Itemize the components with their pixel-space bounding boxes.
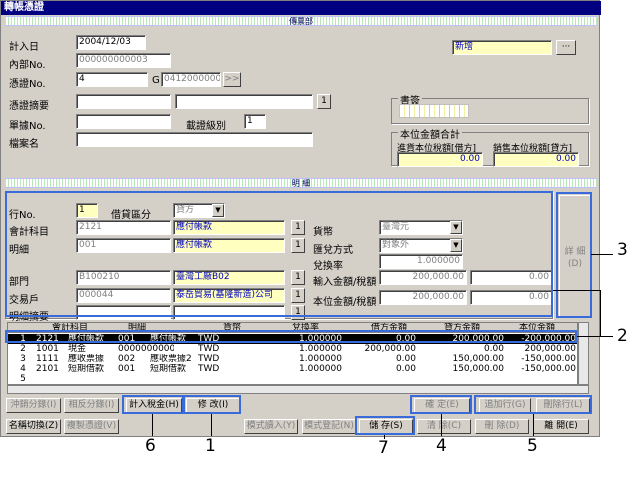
table-cell: 150,000.00 [452, 364, 504, 374]
close-button[interactable]: 離 開(E) [533, 419, 589, 434]
callout-1: 1 [205, 436, 216, 456]
table-vscrollbar[interactable] [578, 322, 589, 385]
table-cell: 現金 [68, 344, 87, 354]
callout-line-6 [152, 414, 153, 436]
summary-lookup-button[interactable]: 1 [317, 94, 331, 109]
table-cell: 1.000000 [299, 344, 342, 354]
table-cell [68, 374, 118, 384]
callout-line-3 [591, 254, 613, 255]
table-cell: 1.000000 [299, 354, 342, 364]
date-input[interactable]: 2004/12/03 [76, 35, 146, 50]
callout-line-2a [553, 290, 601, 291]
debit-total-value: 0.00 [397, 152, 483, 167]
remove-button[interactable]: 刪 除(D) [475, 419, 529, 434]
callout-line-2c [577, 336, 613, 337]
doc-level-input[interactable]: 1 [244, 114, 266, 129]
table-cell: 200,000.00 [524, 344, 576, 354]
slip-no-input[interactable] [76, 114, 171, 129]
slip-no-label: 單據No. [9, 121, 46, 132]
status-field: 新增 [452, 40, 552, 55]
table-cell [346, 374, 416, 384]
doc-level-label: 載證級別 [186, 121, 226, 132]
callout-4: 4 [436, 436, 447, 456]
next-voucher-button[interactable]: >> [223, 72, 241, 87]
table-cell: 200,000.00 [364, 344, 416, 354]
internal-no-label: 內部No. [9, 60, 46, 71]
voucher-no-input[interactable]: 4 [76, 72, 148, 87]
template-read-button[interactable]: 模式讀入(Y) [244, 419, 298, 434]
copy-voucher-button[interactable]: 複製憑證(V) [64, 419, 119, 434]
header-band: 傳票部 [5, 16, 597, 26]
voucher-g-label: G [152, 75, 160, 86]
file-name-label: 檔案名 [9, 139, 39, 150]
callout-line-1 [211, 414, 212, 436]
table-cell: 1001 [36, 344, 59, 354]
internal-no-input[interactable]: 000000000003 [76, 53, 171, 68]
file-name-input[interactable] [76, 132, 313, 147]
table-cell: 4 [20, 364, 26, 374]
callout-line-5 [533, 414, 534, 436]
table-cell: 1111 [36, 354, 59, 364]
highlight-tax-button [122, 395, 184, 414]
callout-2: 2 [617, 326, 628, 346]
table-row[interactable]: 21001現金000000000000TWD1.000000200,000.00… [8, 344, 577, 354]
callout-6: 6 [145, 436, 156, 456]
table-cell: -150,000.00 [521, 364, 576, 374]
seal-pattern [399, 104, 469, 118]
table-hscrollbar[interactable] [7, 385, 589, 394]
table-cell [418, 374, 504, 384]
summary-input-2[interactable] [175, 94, 313, 109]
summary-label: 憑證摘要 [9, 101, 49, 112]
status-more-button[interactable]: ··· [556, 40, 576, 55]
credit-total-value: 0.00 [493, 152, 579, 167]
callout-3: 3 [617, 240, 628, 260]
opposite-entry-button[interactable]: 相反分錄(I) [64, 398, 119, 413]
clear-button[interactable]: 清 除(C) [417, 419, 471, 434]
detail-band: 明 細 [5, 178, 597, 188]
callout-line-4 [441, 414, 442, 436]
table-row[interactable]: 5 [8, 374, 577, 384]
highlight-save-button [355, 416, 415, 435]
highlight-modify-button [183, 395, 241, 414]
callout-7: 7 [378, 438, 389, 458]
table-cell [254, 374, 342, 384]
local-total-title: 本位金額合計 [398, 126, 462, 141]
name-switch-button[interactable]: 名稱切換(Z) [6, 419, 61, 434]
table-cell [504, 374, 576, 384]
table-cell: TWD [198, 364, 220, 374]
table-cell: 應收票據 [68, 354, 105, 364]
voucher-g-input[interactable]: 041200000001 [161, 72, 221, 87]
table-cell: 2101 [36, 364, 59, 374]
table-row[interactable]: 4 2101 短期借款 001 短期借款 TWD 1.000000 0.00 150,000.0… [8, 364, 577, 374]
table-cell: 2 [20, 344, 26, 354]
callout-line-2b [600, 290, 601, 337]
highlight-detail-side [556, 192, 592, 318]
template-register-button[interactable]: 模式登記(N) [302, 419, 356, 434]
date-label: 計入日 [9, 42, 39, 53]
table-row[interactable]: 3 1111 應收票據 002 應收票據2 TWD 1.000000 0.00 150,000.… [8, 354, 577, 364]
window-title: 轉帳憑證 [1, 1, 601, 15]
table-cell: 5 [20, 374, 26, 384]
highlight-row-buttons [474, 395, 592, 414]
highlight-confirm-button [410, 395, 472, 414]
table-cell [36, 374, 64, 384]
table-cell: 0.00 [395, 354, 416, 364]
table-cell [198, 374, 228, 384]
split-dc-button[interactable]: 沖銷分錄(I) [6, 398, 61, 413]
table-cell: 0.00 [483, 344, 504, 354]
table-cell: 0.00 [395, 364, 416, 374]
table-cell: 1.000000 [299, 364, 342, 374]
table-cell: TWD [198, 354, 220, 364]
table-cell: 150,000.00 [452, 354, 504, 364]
summary-input-1[interactable] [76, 94, 171, 109]
highlight-detail-panel [5, 191, 553, 317]
voucher-no-label: 憑證No. [9, 79, 46, 90]
table-cell: 短期借款 [68, 364, 105, 374]
table-cell: -150,000.00 [521, 354, 576, 364]
callout-5: 5 [527, 436, 538, 456]
table-cell: TWD [198, 344, 220, 354]
highlight-selected-row [5, 330, 577, 343]
table-cell: 3 [20, 354, 26, 364]
